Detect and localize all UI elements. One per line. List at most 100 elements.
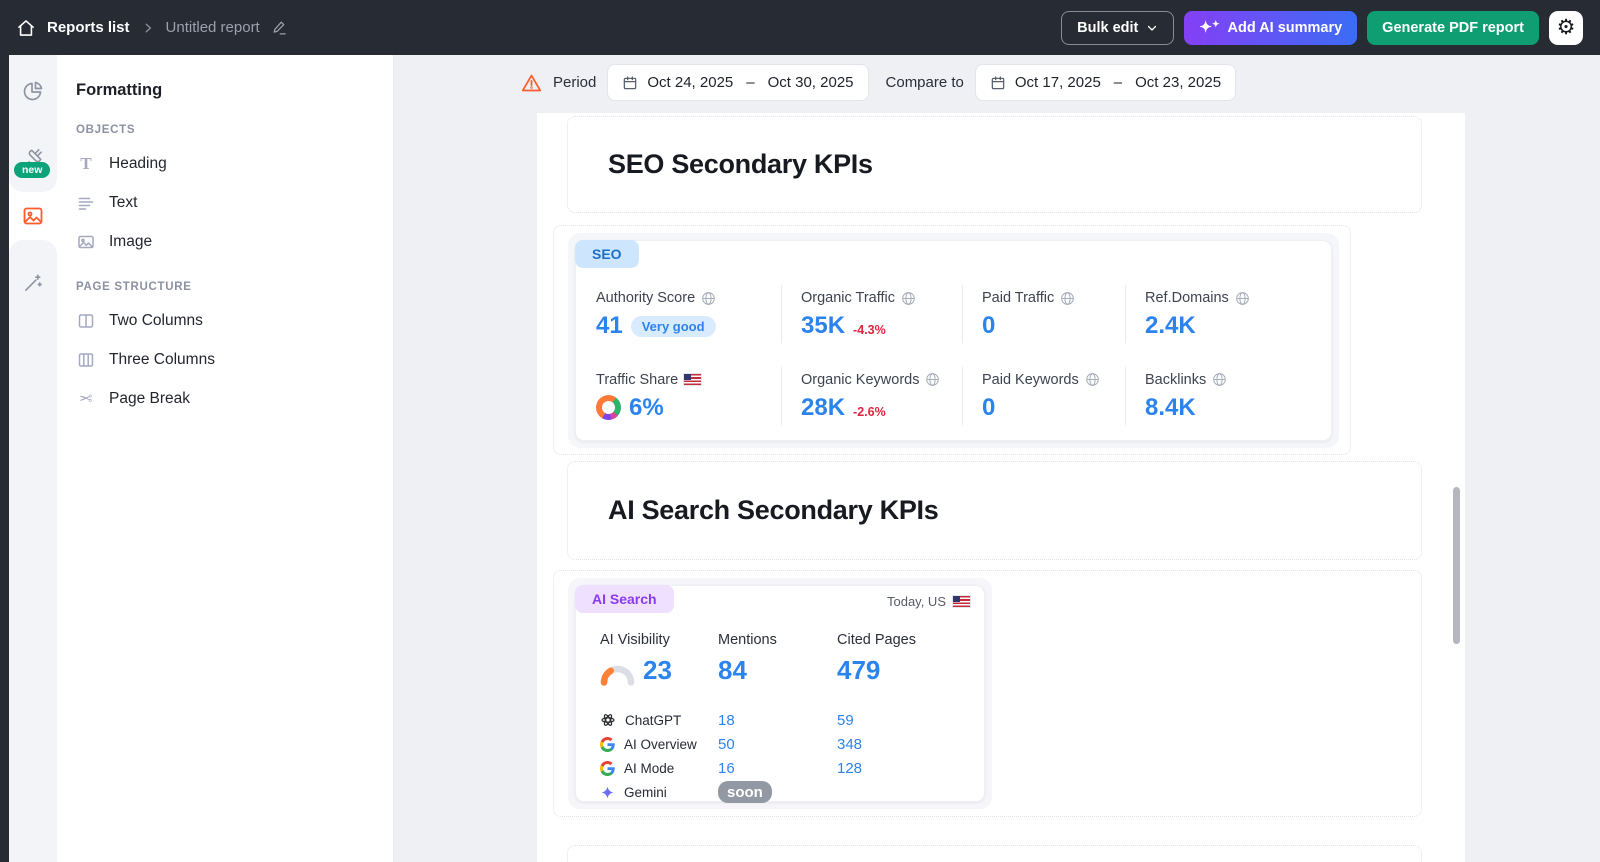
metric-paid-keywords: Paid Keywords 0 <box>962 359 1125 441</box>
compare-to-label: Compare to <box>885 74 964 91</box>
platform-name: AI Mode <box>624 760 675 776</box>
next-block-partial[interactable] <box>567 845 1422 862</box>
sidebar-item-image[interactable]: Image <box>76 222 393 261</box>
warning-icon <box>521 74 542 91</box>
calendar-icon <box>991 75 1005 89</box>
topbar-actions: Bulk edit ✦✦ Add AI summary Generate PDF… <box>1061 10 1583 45</box>
gear-icon: ⚙ <box>1556 16 1576 39</box>
ai-metric-mentions: Mentions 84 <box>718 632 777 686</box>
metric-value: 0 <box>982 312 996 339</box>
seo-widget-block[interactable]: SEO Authority Score 41 Very good Organic… <box>553 225 1351 455</box>
period-start-date: Oct 24, 2025 <box>647 74 734 91</box>
sidebar-item-three-columns[interactable]: Three Columns <box>76 340 393 379</box>
globe-icon[interactable] <box>1235 291 1250 306</box>
metric-organic-traffic: Organic Traffic 35K -4.3% <box>781 277 962 359</box>
ai-context-label: Today, US <box>886 594 946 609</box>
seo-section-title: SEO Secondary KPIs <box>608 149 873 179</box>
ai-row-ai-overview: AI Overview 50 348 <box>600 732 974 756</box>
globe-icon[interactable] <box>1060 291 1075 306</box>
sparkles-icon: ✦✦ <box>1199 19 1220 36</box>
period-bar: Period Oct 24, 2025 – Oct 30, 2025 Compa… <box>521 64 1237 101</box>
metric-value: 6% <box>629 393 664 421</box>
scissors-icon: ✂ <box>79 390 93 408</box>
canvas-scrollbar-thumb[interactable] <box>1453 487 1460 644</box>
metric-label: Authority Score <box>596 290 696 306</box>
metric-authority-score: Authority Score 41 Very good <box>576 277 781 359</box>
metric-change: -2.6% <box>853 404 886 419</box>
ai-widget-block[interactable]: AI Search Today, US AI Visibility 23 Men… <box>553 570 1422 817</box>
sidebar-item-label: Two Columns <box>109 311 203 329</box>
formatting-sidebar: Formatting OBJECTS T Heading Text Image … <box>57 55 394 862</box>
seo-heading-block[interactable]: SEO Secondary KPIs <box>567 116 1422 213</box>
globe-icon[interactable] <box>925 372 940 387</box>
platform-cited: 348 <box>837 735 863 753</box>
settings-button[interactable]: ⚙ <box>1549 10 1583 45</box>
metric-label: Organic Traffic <box>801 290 896 306</box>
gemini-icon <box>601 785 614 799</box>
compare-start-date: Oct 17, 2025 <box>1014 74 1101 91</box>
sidebar-item-label: Three Columns <box>109 350 215 368</box>
ai-heading-block[interactable]: AI Search Secondary KPIs <box>567 461 1422 560</box>
rail-item-media-active[interactable] <box>9 194 57 238</box>
globe-icon[interactable] <box>1085 372 1100 387</box>
objects-heading: OBJECTS <box>76 124 136 136</box>
ai-metric-visibility: AI Visibility 23 <box>600 632 672 686</box>
home-icon[interactable] <box>16 18 36 38</box>
sidebar-title: Formatting <box>76 81 163 99</box>
add-ai-summary-button[interactable]: ✦✦ Add AI summary <box>1184 10 1358 45</box>
compare-date-range[interactable]: Oct 17, 2025 – Oct 23, 2025 <box>974 64 1237 101</box>
platform-name: ChatGPT <box>625 712 682 728</box>
metric-value: 28K <box>801 393 846 421</box>
text-lines-icon <box>76 194 96 212</box>
soon-badge: soon <box>718 781 772 803</box>
metric-value: 479 <box>837 655 881 685</box>
globe-icon[interactable] <box>901 291 916 306</box>
ai-row-chatgpt: ChatGPT 18 59 <box>600 708 974 732</box>
chevron-down-icon <box>1148 25 1157 31</box>
sidebar-item-text[interactable]: Text <box>76 183 393 222</box>
globe-icon[interactable] <box>1212 372 1227 387</box>
bulk-edit-button[interactable]: Bulk edit <box>1061 10 1175 45</box>
globe-icon[interactable] <box>701 291 716 306</box>
date-separator: – <box>1113 74 1123 91</box>
sidebar-item-label: Image <box>109 232 153 250</box>
ai-search-tab-chip: AI Search <box>575 585 674 613</box>
ai-widget-card: AI Search Today, US AI Visibility 23 Men… <box>575 585 985 804</box>
heading-icon: T <box>80 154 92 173</box>
sidebar-item-two-columns[interactable]: Two Columns <box>76 301 393 340</box>
date-separator: – <box>746 74 755 91</box>
metric-label: Cited Pages <box>837 632 916 648</box>
metric-ref-domains: Ref.Domains 2.4K <box>1125 277 1331 359</box>
metric-label: Mentions <box>718 632 777 648</box>
platform-name: Gemini <box>624 784 667 800</box>
seo-metric-grid: Authority Score 41 Very good Organic Tra… <box>576 277 1331 440</box>
ai-row-gemini: Gemini soon <box>600 780 974 804</box>
rail-item-widgets[interactable] <box>9 69 57 113</box>
ai-context: Today, US <box>886 594 971 609</box>
breadcrumb-reports-list[interactable]: Reports list <box>47 19 130 36</box>
rail-item-ai-tools[interactable] <box>9 260 57 304</box>
metric-label: Traffic Share <box>596 371 679 388</box>
sidebar-item-page-break[interactable]: ✂ Page Break <box>76 379 393 418</box>
us-flag-icon <box>683 373 703 386</box>
traffic-share-donut <box>596 395 621 420</box>
generate-pdf-button[interactable]: Generate PDF report <box>1367 10 1539 45</box>
authority-score-badge: Very good <box>630 315 716 337</box>
ai-platform-rows: ChatGPT 18 59 AI Overview 50 348 AI Mode… <box>600 708 974 804</box>
metric-value: 2.4K <box>1145 312 1196 339</box>
bulk-edit-label: Bulk edit <box>1077 19 1139 36</box>
platform-mentions: 16 <box>718 759 735 777</box>
compare-end-date: Oct 23, 2025 <box>1135 74 1222 91</box>
breadcrumb: Reports list Untitled report <box>16 18 288 38</box>
sidebar-item-heading[interactable]: T Heading <box>76 144 393 183</box>
period-date-range[interactable]: Oct 24, 2025 – Oct 30, 2025 <box>607 64 869 101</box>
metric-value: 23 <box>643 655 672 685</box>
metric-change: -4.3% <box>853 323 886 337</box>
sidebar-item-label: Heading <box>109 154 167 172</box>
seo-tab-chip: SEO <box>575 240 639 268</box>
rail-segment-bottom <box>9 240 57 862</box>
period-end-date: Oct 30, 2025 <box>767 74 854 91</box>
platform-name: AI Overview <box>624 736 697 752</box>
edit-pencil-icon[interactable] <box>271 19 288 36</box>
metric-label: Backlinks <box>1145 371 1207 388</box>
